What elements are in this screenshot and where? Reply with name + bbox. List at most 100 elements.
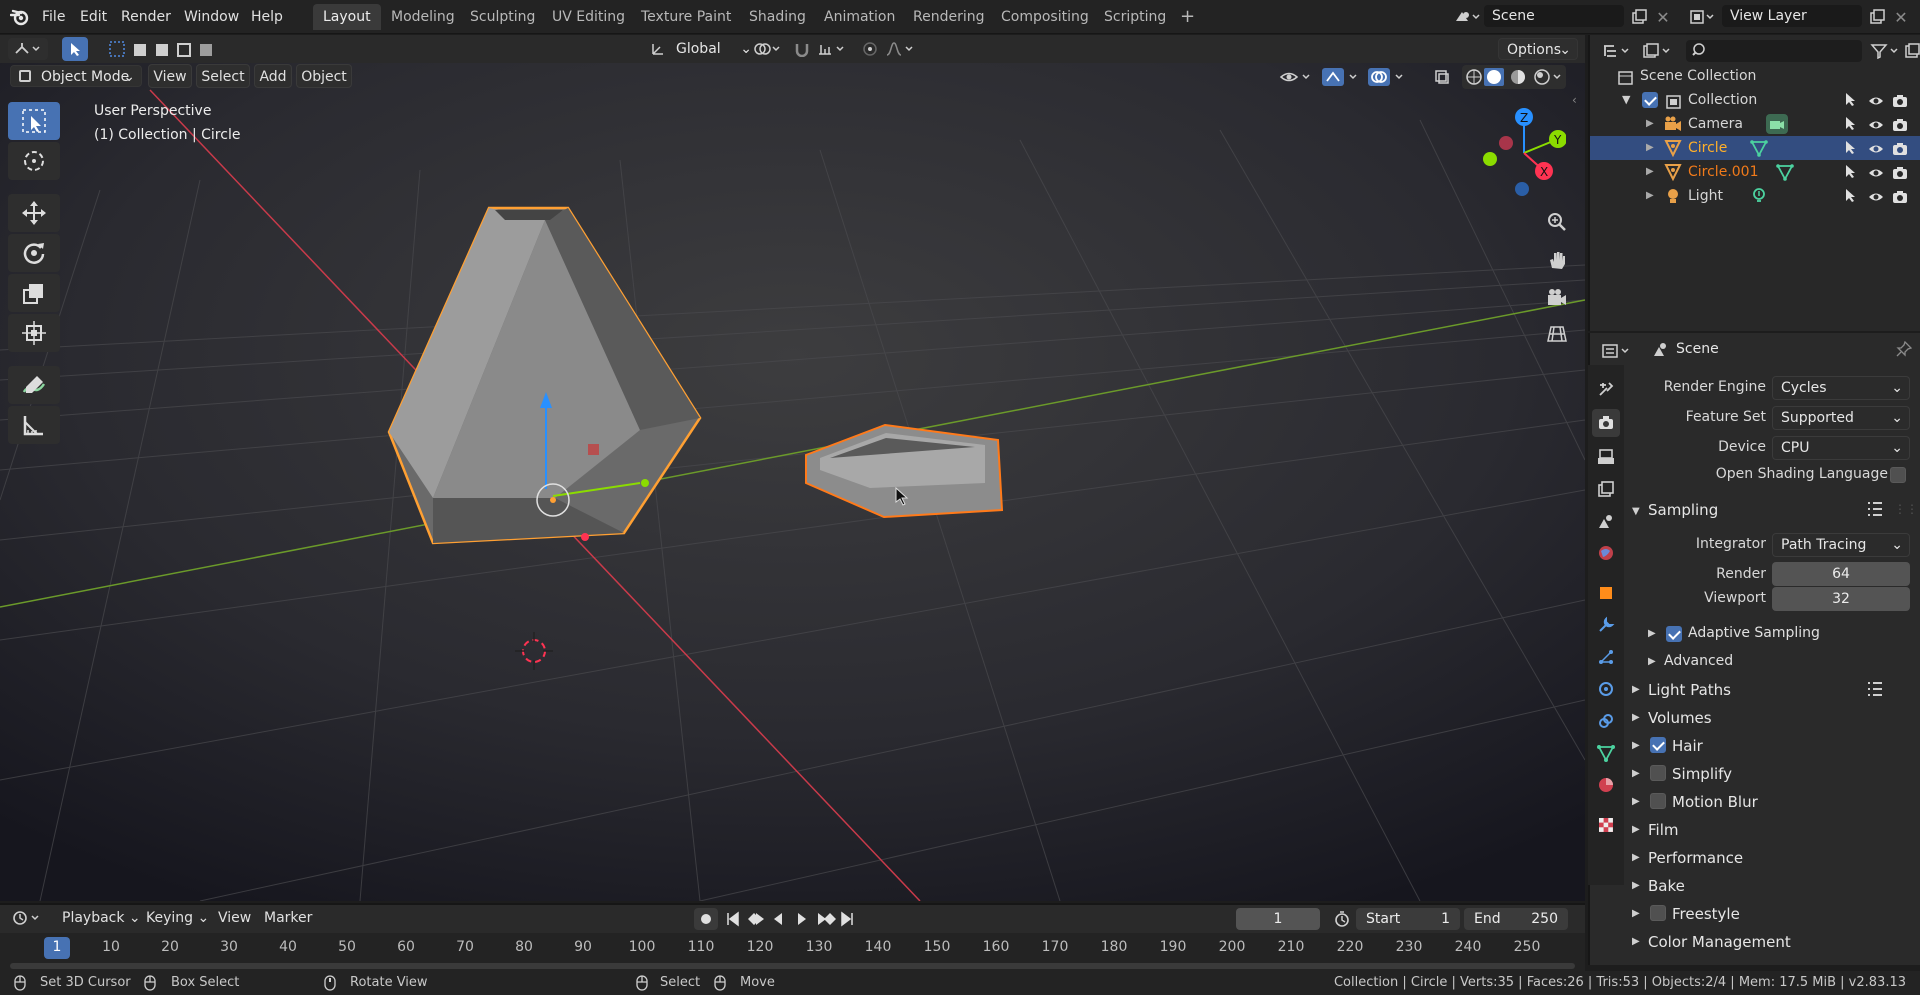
- camera-view-icon[interactable]: [1542, 283, 1572, 313]
- osl-checkbox[interactable]: [1890, 467, 1906, 483]
- tool-select-box[interactable]: [8, 102, 60, 140]
- tool-annotate[interactable]: [8, 366, 60, 404]
- new-collection-icon[interactable]: [1902, 39, 1920, 63]
- film-panel[interactable]: Film: [1648, 817, 1678, 843]
- tab-scene-icon[interactable]: [1594, 509, 1618, 533]
- stopwatch-icon[interactable]: [1330, 908, 1354, 930]
- performance-panel[interactable]: Performance: [1648, 845, 1743, 871]
- expand-arrow-icon[interactable]: ▶: [1632, 880, 1640, 891]
- scene-name-field[interactable]: Scene: [1484, 5, 1624, 27]
- outliner-collection[interactable]: ▼ Collection: [1590, 88, 1920, 112]
- outliner-item-circle001[interactable]: ▶ Circle.001: [1590, 160, 1920, 184]
- view-layer-field[interactable]: View Layer: [1722, 5, 1862, 27]
- timeline-menu-playback[interactable]: Playback ⌄: [56, 907, 147, 929]
- navigation-gizmo[interactable]: Z Y X: [1476, 103, 1567, 203]
- expand-arrow-icon[interactable]: ▶: [1646, 160, 1654, 184]
- menu-help[interactable]: Help: [245, 6, 289, 28]
- motion-blur-checkbox[interactable]: [1650, 793, 1666, 809]
- motion-blur-panel[interactable]: Motion Blur: [1672, 789, 1758, 815]
- expand-arrow-icon[interactable]: ▶: [1632, 684, 1640, 695]
- simplify-panel[interactable]: Simplify: [1672, 761, 1732, 787]
- xray-toggle-icon[interactable]: [1430, 65, 1454, 89]
- playback-controls[interactable]: [724, 908, 856, 930]
- viewport-menu-select[interactable]: Select: [196, 64, 250, 88]
- display-mode-icon[interactable]: [1640, 39, 1676, 63]
- object-mode-dropdown[interactable]: Object Mode ⌄: [10, 65, 142, 87]
- timeline-editor-type-icon[interactable]: [10, 907, 46, 929]
- transform-orientation-dropdown[interactable]: Global ⌄: [668, 38, 758, 60]
- tab-texture-icon[interactable]: [1594, 813, 1618, 837]
- tab-compositing[interactable]: Compositing: [991, 4, 1099, 30]
- tab-modeling[interactable]: Modeling: [381, 4, 465, 30]
- simplify-checkbox[interactable]: [1650, 765, 1666, 781]
- pan-view-icon[interactable]: [1542, 245, 1572, 275]
- tab-mesh-data-icon[interactable]: [1594, 741, 1618, 765]
- viewport-menu-view[interactable]: View: [148, 64, 192, 88]
- expand-arrow-icon[interactable]: ▶: [1632, 740, 1640, 751]
- new-scene-icon[interactable]: [1628, 6, 1650, 28]
- hair-panel[interactable]: Hair: [1672, 733, 1703, 759]
- tab-material-icon[interactable]: [1594, 773, 1618, 797]
- volumes-panel[interactable]: Volumes: [1648, 705, 1712, 731]
- tab-render-icon[interactable]: [1592, 409, 1620, 437]
- light-paths-panel[interactable]: Light Paths: [1648, 677, 1731, 703]
- outliner-editor-type-icon[interactable]: [1600, 39, 1636, 63]
- select-tool-icon[interactable]: [62, 37, 88, 61]
- tool-rotate[interactable]: [8, 234, 60, 272]
- viewport-menu-add[interactable]: Add: [254, 64, 292, 88]
- timeline-scrollbar[interactable]: [10, 963, 1575, 969]
- drag-handle-icon[interactable]: ⋮⋮: [1894, 502, 1918, 516]
- expand-arrow-icon[interactable]: ▶: [1632, 908, 1640, 919]
- hair-checkbox[interactable]: [1650, 737, 1666, 753]
- 3d-viewport[interactable]: Object Mode ⌄ View Select Add Object User…: [0, 63, 1585, 901]
- outliner-item-camera[interactable]: ▶ Camera: [1590, 112, 1920, 136]
- tab-particles-icon[interactable]: [1594, 645, 1618, 669]
- tab-physics-icon[interactable]: [1594, 677, 1618, 701]
- tab-view-layer-icon[interactable]: [1594, 477, 1618, 501]
- freestyle-checkbox[interactable]: [1650, 905, 1666, 921]
- proportional-editing-icon[interactable]: [858, 38, 882, 60]
- tool-transform[interactable]: [8, 314, 60, 352]
- outliner-item-light[interactable]: ▶ Light: [1590, 184, 1920, 208]
- pin-icon[interactable]: [1896, 340, 1913, 361]
- tab-rendering[interactable]: Rendering: [903, 4, 995, 30]
- tab-shading[interactable]: Shading: [739, 4, 816, 30]
- record-icon[interactable]: [694, 908, 718, 930]
- viewport-samples-field[interactable]: 32: [1772, 587, 1910, 611]
- expand-arrow-icon[interactable]: ▶: [1632, 852, 1640, 863]
- integrator-dropdown[interactable]: Path Tracing ⌄: [1772, 533, 1910, 557]
- new-view-layer-icon[interactable]: [1866, 6, 1888, 28]
- add-workspace-button[interactable]: +: [1170, 4, 1205, 30]
- expand-arrow-icon[interactable]: ▶: [1646, 112, 1654, 136]
- timeline-ruler[interactable]: 1 10 20 30 40 50 60 70 80 90 100 110 120…: [0, 933, 1585, 971]
- adaptive-sampling-checkbox[interactable]: [1666, 626, 1682, 642]
- outliner-item-circle[interactable]: ▶ Circle: [1590, 136, 1920, 160]
- properties-editor-type-icon[interactable]: [1600, 339, 1636, 363]
- snap-target-icon[interactable]: [814, 38, 850, 60]
- expand-arrow-icon[interactable]: ▶: [1632, 936, 1640, 947]
- expand-arrow-icon[interactable]: ▶: [1646, 184, 1654, 208]
- tab-tool-icon[interactable]: [1594, 377, 1618, 401]
- tab-texture-paint[interactable]: Texture Paint: [631, 4, 741, 30]
- eye-icon[interactable]: [1868, 188, 1884, 212]
- scene-selector-icon[interactable]: [1450, 6, 1484, 28]
- overlays-toggle-icon[interactable]: [1366, 65, 1410, 89]
- tab-output-icon[interactable]: [1594, 445, 1618, 469]
- timeline-menu-marker[interactable]: Marker: [258, 907, 318, 929]
- menu-window[interactable]: Window: [178, 6, 245, 28]
- options-dropdown[interactable]: Options ⌄: [1498, 38, 1578, 60]
- delete-scene-icon[interactable]: ✕: [1652, 6, 1674, 28]
- tab-sculpting[interactable]: Sculpting: [460, 4, 545, 30]
- render-restrict-icon[interactable]: [1892, 188, 1908, 212]
- expand-arrow-icon[interactable]: ▶: [1632, 824, 1640, 835]
- blender-logo-icon[interactable]: [8, 6, 32, 28]
- editor-type-icon[interactable]: [8, 38, 48, 60]
- advanced-expand-icon[interactable]: ▶: [1648, 656, 1656, 667]
- tool-measure[interactable]: [8, 406, 60, 444]
- zoom-view-icon[interactable]: [1542, 207, 1572, 237]
- tab-uv-editing[interactable]: UV Editing: [542, 4, 635, 30]
- bake-panel[interactable]: Bake: [1648, 873, 1685, 899]
- menu-file[interactable]: File: [36, 6, 71, 28]
- expand-arrow-icon[interactable]: ▼: [1622, 88, 1630, 112]
- adaptive-expand-icon[interactable]: ▶: [1648, 628, 1656, 639]
